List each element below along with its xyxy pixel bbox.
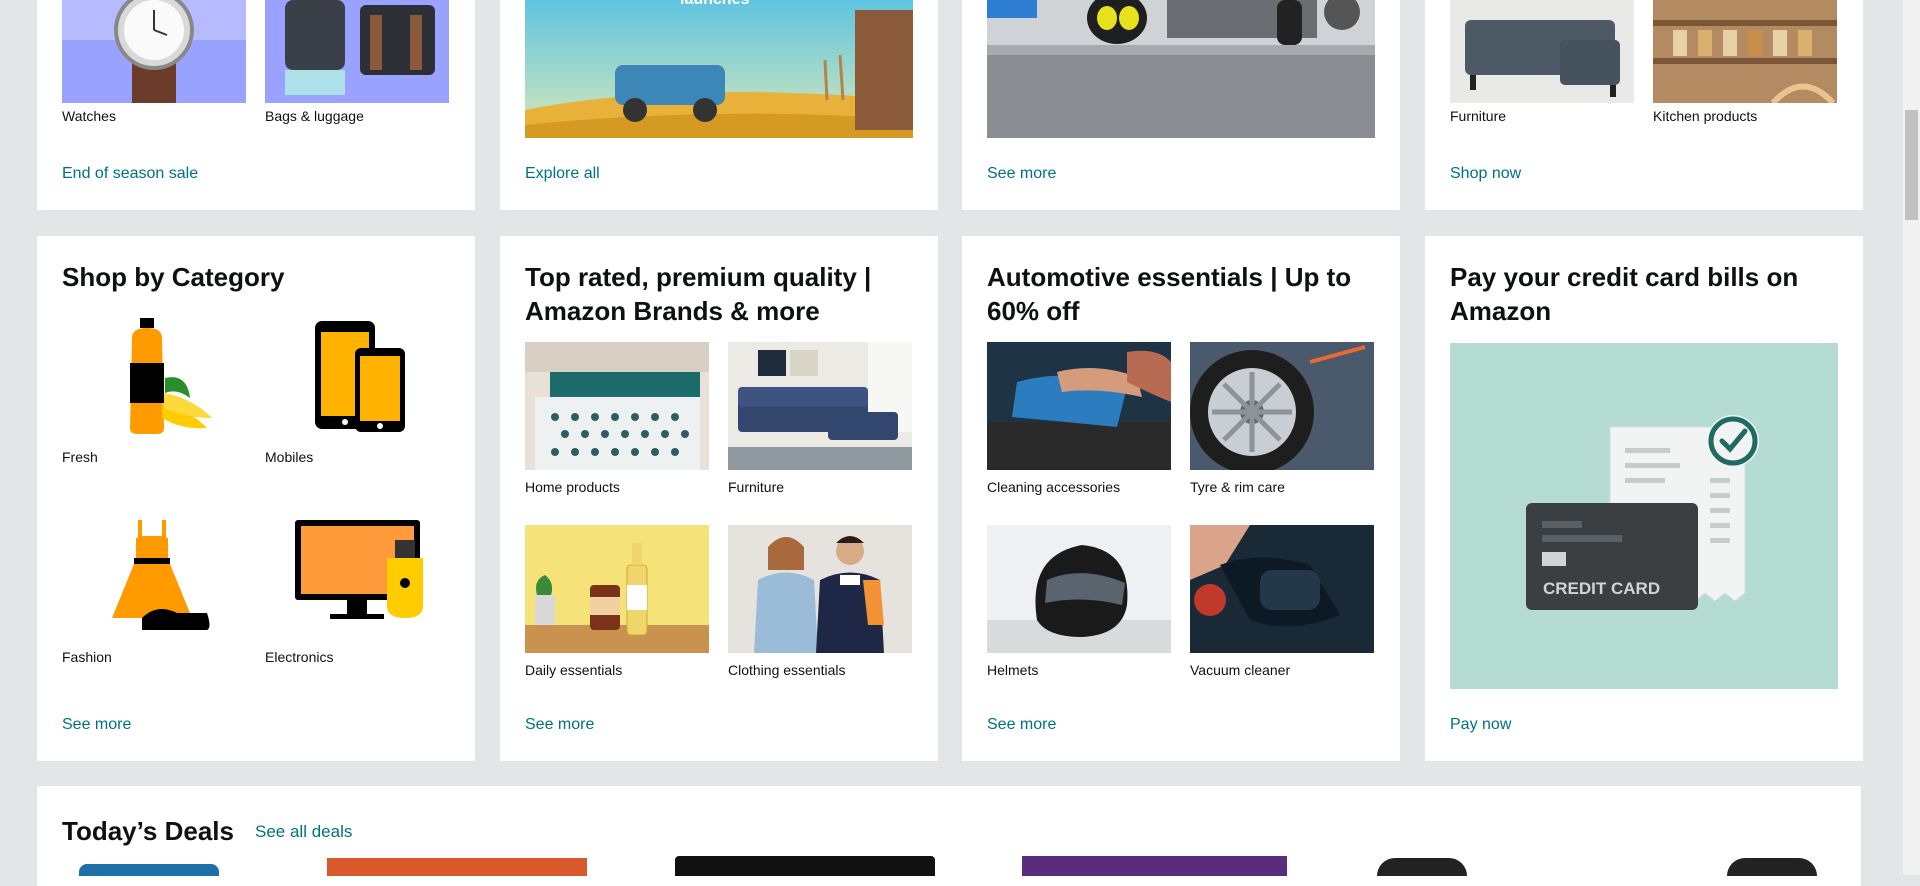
tile-tyre-rim-care[interactable]: Tyre & rim care (1190, 342, 1374, 496)
daily-essentials-image (525, 525, 709, 653)
tile-premium-furniture[interactable]: Furniture (728, 342, 912, 496)
tile-label: Watches (62, 108, 116, 124)
clothing-essentials-image (728, 525, 912, 653)
category-mobiles[interactable]: Mobiles (265, 318, 449, 466)
card-title: Shop by Category (62, 262, 285, 292)
card-home-shop-now: Furniture Kitchen products Shop now (1425, 0, 1863, 210)
helmets-image (987, 525, 1171, 653)
electronics-banner[interactable] (987, 0, 1375, 138)
furniture-top-image (1450, 0, 1634, 103)
scrollbar-thumb[interactable] (1905, 110, 1918, 220)
shop-now-link[interactable]: Shop now (1450, 165, 1521, 183)
tile-label: Bags & luggage (265, 108, 364, 124)
tile-label: Clothing essentials (728, 662, 846, 678)
deal-item[interactable] (79, 864, 219, 876)
fresh-icon (62, 318, 246, 434)
vacuum-cleaner-image (1190, 525, 1374, 653)
explore-all-link[interactable]: Explore all (525, 165, 600, 183)
end-of-season-link[interactable]: End of season sale (62, 165, 198, 183)
tile-kitchen-products[interactable]: Kitchen products (1653, 0, 1837, 125)
card-end-of-season: Watches Bags & luggage End of season sal… (37, 0, 475, 210)
card-title: Pay your credit card bills on Amazon (1450, 262, 1799, 326)
category-label: Mobiles (265, 449, 314, 465)
card-shop-by-category: Shop by Category Fresh Mobiles Fashion E… (37, 236, 475, 761)
category-label: Electronics (265, 649, 334, 665)
tile-label: Furniture (728, 479, 785, 495)
home-products-image (525, 342, 709, 470)
card-automotive: Automotive essentials | Up to 60% off Cl… (962, 236, 1400, 761)
tile-label: Tyre & rim care (1190, 479, 1285, 495)
tile-label: Cleaning accessories (987, 479, 1121, 495)
tile-label: Kitchen products (1653, 108, 1758, 124)
tile-label: Furniture (1450, 108, 1507, 124)
card-launches: launches Explore all (500, 0, 938, 210)
see-all-deals-link[interactable]: See all deals (255, 822, 352, 842)
category-label: Fashion (62, 649, 112, 665)
premium-see-more-link[interactable]: See more (525, 716, 594, 734)
electronics-see-more-link[interactable]: See more (987, 165, 1056, 183)
bags-image (265, 0, 449, 103)
category-electronics[interactable]: Electronics (265, 518, 449, 666)
tile-label: Home products (525, 479, 620, 495)
tile-cleaning-accessories[interactable]: Cleaning accessories (987, 342, 1171, 496)
tile-furniture-top[interactable]: Furniture (1450, 0, 1634, 125)
tile-home-products[interactable]: Home products (525, 342, 709, 496)
shop-by-category-see-more-link[interactable]: See more (62, 716, 131, 734)
category-label: Fresh (62, 449, 98, 465)
deal-item[interactable] (1377, 858, 1467, 876)
category-fresh[interactable]: Fresh (62, 318, 246, 466)
deal-item[interactable] (327, 858, 587, 876)
credit-card-text: CREDIT CARD (1543, 579, 1660, 598)
credit-card-banner[interactable]: CREDIT CARD (1450, 343, 1838, 689)
deal-item[interactable] (1727, 858, 1817, 876)
deal-item[interactable] (1022, 856, 1287, 876)
pay-now-link[interactable]: Pay now (1450, 716, 1511, 734)
card-title: Top rated, premium quality | Amazon Bran… (525, 262, 872, 326)
card-electronics-banner: See more (962, 0, 1400, 210)
card-credit-card-bills: Pay your credit card bills on Amazon CRE… (1425, 236, 1863, 761)
launches-banner[interactable]: launches (525, 0, 913, 138)
deal-item[interactable] (675, 856, 935, 876)
tile-label: Daily essentials (525, 662, 623, 678)
deals-title: Today’s Deals (62, 816, 234, 846)
tile-label: Vacuum cleaner (1190, 662, 1291, 678)
category-fashion[interactable]: Fashion (62, 518, 246, 666)
tyre-rim-care-image (1190, 342, 1374, 470)
tile-clothing-essentials[interactable]: Clothing essentials (728, 525, 912, 679)
tile-label: Helmets (987, 662, 1039, 678)
tile-bags-luggage[interactable]: Bags & luggage (265, 0, 449, 125)
fashion-icon (62, 518, 246, 636)
kitchen-image (1653, 0, 1837, 103)
card-premium-quality: Top rated, premium quality | Amazon Bran… (500, 236, 938, 761)
tile-vacuum-cleaner[interactable]: Vacuum cleaner (1190, 525, 1374, 679)
tile-daily-essentials[interactable]: Daily essentials (525, 525, 709, 679)
cleaning-accessories-image (987, 342, 1171, 470)
electronics-icon (265, 518, 449, 636)
premium-furniture-image (728, 342, 912, 470)
todays-deals-section: Today’s Deals See all deals (37, 786, 1861, 886)
banner-text: launches (680, 0, 749, 8)
watches-image (62, 0, 246, 103)
page-scrollbar[interactable] (1903, 0, 1920, 875)
mobiles-icon (265, 318, 449, 434)
tile-watches[interactable]: Watches (62, 0, 246, 125)
tile-helmets[interactable]: Helmets (987, 525, 1171, 679)
automotive-see-more-link[interactable]: See more (987, 716, 1056, 734)
card-title: Automotive essentials | Up to 60% off (987, 262, 1352, 326)
